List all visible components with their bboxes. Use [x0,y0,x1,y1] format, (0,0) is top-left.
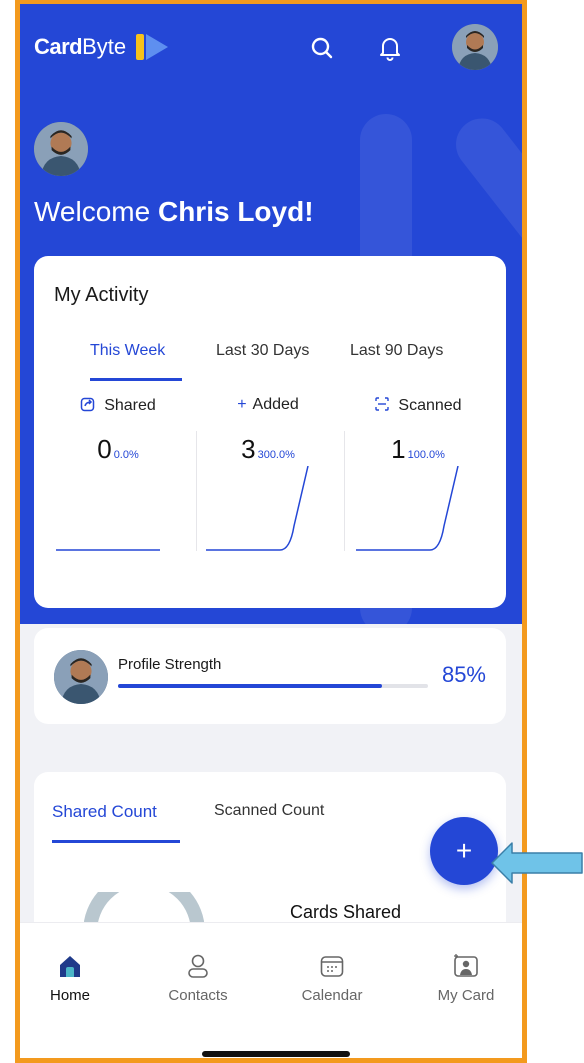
app-logo[interactable]: Card Byte [34,32,170,62]
metric-header: Scanned [344,396,492,415]
tab-scanned-count[interactable]: Scanned Count [214,802,324,820]
activity-card: My Activity This Week Last 30 Days Last … [34,256,506,608]
nav-my-card[interactable]: My Card [416,953,516,1004]
nav-contacts[interactable]: Contacts [148,953,248,1004]
logo-mark-icon [136,34,169,60]
welcome-avatar [34,122,88,176]
nav-home[interactable]: Home [20,953,120,1004]
home-icon [60,956,80,977]
avatar-image [54,650,108,704]
activity-tabs: This Week Last 30 Days Last 90 Days [34,342,506,382]
sparkline-chart [356,466,459,551]
tab-shared-count[interactable]: Shared Count [52,802,157,822]
user-name: Chris Loyd! [157,196,314,227]
calendar-icon [320,956,344,977]
metric-value-row: 1 100.0% [344,434,492,465]
tab-last-30-days[interactable]: Last 30 Days [216,342,309,360]
cards-shared-label: Cards Shared [290,902,402,922]
metric-percent: 0.0% [113,449,139,461]
search-button[interactable] [304,30,340,66]
share-icon [80,397,95,412]
sparkline-chart [206,466,309,551]
bottom-navigation: Home Contacts Calendar My Card [20,922,522,1058]
metric-header: + Added [194,396,342,414]
profile-strength-bar-fill [118,684,382,688]
nav-label: Calendar [301,987,363,1004]
avatar-image [34,122,88,176]
metric-percent: 100.0% [407,449,445,461]
bell-icon [380,38,400,61]
nav-label: My Card [437,987,495,1004]
search-icon [311,37,333,59]
metric-value: 3 [241,434,256,464]
sparkline-chart [56,549,160,551]
phone-frame: Card Byte Welcome Chris Loyd! My Activit… [15,0,527,1063]
brand-light: Byte [82,34,127,59]
profile-strength-label: Profile Strength [118,656,222,673]
metric-value: 0 [97,434,112,464]
annotation-arrow-icon [491,842,583,884]
brand-bold: Card [34,34,83,59]
metric-value: 1 [391,434,406,464]
avatar-image [452,24,498,70]
metric-added[interactable]: + Added 3 300.0% [194,396,342,566]
plus-icon: + [237,396,247,413]
metric-value-row: 0 0.0% [44,434,192,465]
contacts-icon [188,954,208,978]
add-fab-button[interactable]: + [430,817,498,885]
welcome-prefix: Welcome [34,196,151,227]
active-tab-indicator [90,378,182,381]
metric-header: Shared [44,396,192,415]
activity-title: My Activity [54,284,149,306]
scan-icon [375,397,390,411]
metric-label: Added [252,396,299,413]
profile-avatar-button[interactable] [452,24,498,70]
profile-strength-avatar [54,650,108,704]
active-tab-indicator [52,840,180,843]
home-indicator [202,1051,350,1057]
metric-label: Shared [104,397,156,414]
metric-scanned[interactable]: Scanned 1 100.0% [344,396,492,566]
metric-shared[interactable]: Shared 0 0.0% [44,396,192,566]
notifications-button[interactable] [372,30,408,66]
nav-label: Home [49,987,90,1004]
profile-strength-bar [118,684,428,688]
top-bar: Card Byte [20,4,522,94]
metric-percent: 300.0% [257,449,295,461]
welcome-heading: Welcome Chris Loyd! [34,196,314,228]
nav-calendar[interactable]: Calendar [282,953,382,1004]
tab-last-90-days[interactable]: Last 90 Days [350,342,443,360]
metric-label: Scanned [398,397,462,414]
nav-label: Contacts [168,987,228,1004]
profile-strength-card[interactable]: Profile Strength 85% [34,628,506,724]
metric-value-row: 3 300.0% [194,434,342,465]
my-card-icon [454,954,478,977]
profile-strength-percent: 85% [441,662,486,687]
tab-this-week[interactable]: This Week [90,342,165,360]
